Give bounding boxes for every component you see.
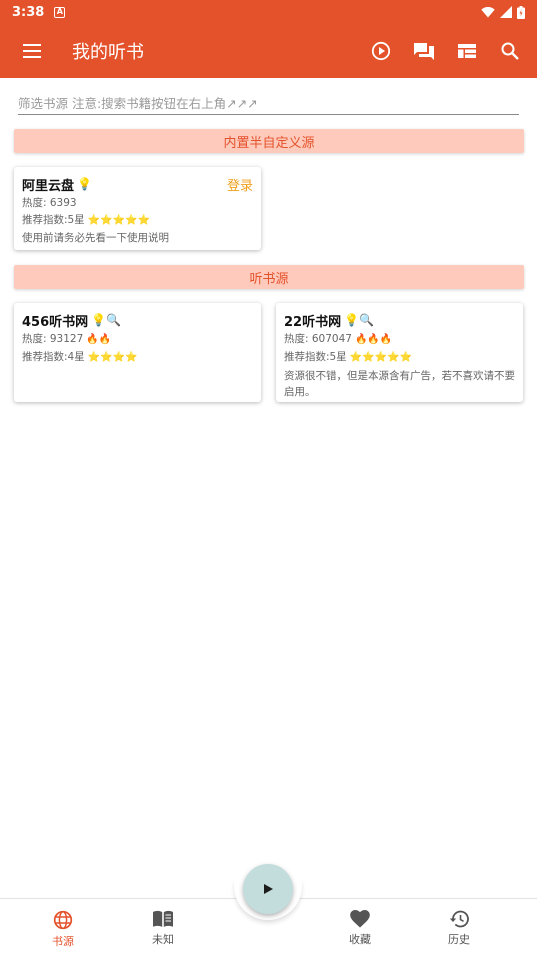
- heat-label: 热度: 93127: [22, 333, 84, 345]
- source-card-22[interactable]: 22听书网 💡🔍 热度: 607047 🔥🔥🔥 推荐指数:5星 ⭐⭐⭐⭐⭐ 资源很不…: [276, 303, 523, 402]
- chat-icon: [413, 42, 434, 60]
- star-icons: ⭐⭐⭐⭐⭐: [349, 352, 412, 363]
- heart-icon: [350, 910, 370, 928]
- nav-label: 历史: [448, 933, 470, 946]
- source-name: 22听书网: [284, 314, 342, 330]
- screen: 3:38 A 我的听书 筛选书源 注意:搜索书籍按钮在右上角↗↗↗ 内置半自定义…: [0, 0, 537, 956]
- wifi-icon: [481, 7, 495, 18]
- filter-field: [18, 92, 519, 115]
- menu-button[interactable]: [0, 24, 64, 78]
- source-description: 资源很不错，但是本源含有广告，若不喜欢请不要启用。: [284, 370, 515, 398]
- rating-line: 推荐指数:5星 ⭐⭐⭐⭐⭐: [22, 213, 253, 228]
- lightbulb-search-icon: 💡🔍: [344, 313, 374, 327]
- fire-icons: 🔥🔥: [86, 334, 112, 345]
- nav-label: 未知: [152, 933, 174, 946]
- star-icons: ⭐⭐⭐⭐: [87, 352, 138, 363]
- source-card-aliyun[interactable]: 阿里云盘 💡 登录 热度: 6393 推荐指数:5星 ⭐⭐⭐⭐⭐ 使用前请务必先看…: [14, 167, 261, 250]
- status-icons: [481, 5, 525, 19]
- card-title-row: 阿里云盘 💡 登录: [22, 175, 253, 194]
- card-title-row: 456听书网 💡🔍: [22, 311, 253, 330]
- fire-icons: 🔥🔥🔥: [354, 334, 393, 345]
- search-button[interactable]: [488, 24, 531, 78]
- login-button[interactable]: 登录: [227, 175, 253, 194]
- rating-line: 推荐指数:5星 ⭐⭐⭐⭐⭐: [284, 350, 515, 365]
- dashboard-button[interactable]: [445, 24, 488, 78]
- play-circle-icon: [371, 41, 390, 61]
- history-icon: [449, 910, 469, 928]
- rating-label: 推荐指数:4星: [22, 351, 85, 363]
- heat-line: 热度: 93127 🔥🔥: [22, 332, 253, 347]
- source-name: 456听书网: [22, 314, 89, 330]
- rating-label: 推荐指数:5星: [22, 214, 85, 226]
- heat-label: 热度: 6393: [22, 197, 77, 209]
- play-button[interactable]: [359, 24, 402, 78]
- rating-line: 推荐指数:4星 ⭐⭐⭐⭐: [22, 350, 253, 365]
- book-open-icon: [153, 910, 173, 927]
- status-time: 3:38: [12, 4, 45, 20]
- dashboard-icon: [457, 44, 476, 58]
- signal-icon: [500, 6, 512, 18]
- notification-badge: A: [54, 6, 66, 18]
- app-bar: 我的听书: [0, 24, 537, 78]
- battery-icon: [517, 5, 525, 19]
- globe-icon: [53, 910, 73, 930]
- source-card-456[interactable]: 456听书网 💡🔍 热度: 93127 🔥🔥 推荐指数:4星 ⭐⭐⭐⭐: [14, 303, 261, 402]
- star-icons: ⭐⭐⭐⭐⭐: [87, 215, 150, 226]
- source-name: 阿里云盘: [22, 178, 75, 194]
- lightbulb-search-icon: 💡🔍: [91, 313, 122, 327]
- heat-line: 热度: 6393: [22, 196, 253, 210]
- page-title: 我的听书: [72, 42, 144, 63]
- menu-icon: [23, 44, 41, 58]
- section-header-audiobook[interactable]: 听书源: [14, 265, 524, 289]
- source-description: 使用前请务必先看一下使用说明: [22, 232, 169, 244]
- filter-input[interactable]: [18, 92, 519, 114]
- play-icon: [264, 884, 273, 894]
- heat-line: 热度: 607047 🔥🔥🔥: [284, 332, 515, 347]
- play-fab-button[interactable]: [243, 864, 293, 914]
- nav-item-history[interactable]: 历史: [414, 899, 504, 956]
- app-actions: [359, 24, 531, 78]
- card-title-row: 22听书网 💡🔍: [284, 311, 515, 330]
- chat-button[interactable]: [402, 24, 445, 78]
- nav-item-unknown[interactable]: 未知: [118, 899, 208, 956]
- lightbulb-icon: 💡: [77, 177, 92, 191]
- nav-item-sources[interactable]: 书源: [18, 899, 108, 956]
- heat-label: 热度: 607047: [284, 333, 352, 345]
- nav-item-favorites[interactable]: 收藏: [315, 899, 405, 956]
- nav-label: 收藏: [349, 933, 371, 946]
- status-bar: 3:38 A: [0, 0, 537, 24]
- search-icon: [501, 42, 519, 60]
- section-header-builtin[interactable]: 内置半自定义源: [14, 129, 524, 153]
- nav-label: 书源: [52, 935, 74, 948]
- rating-label: 推荐指数:5星: [284, 351, 347, 363]
